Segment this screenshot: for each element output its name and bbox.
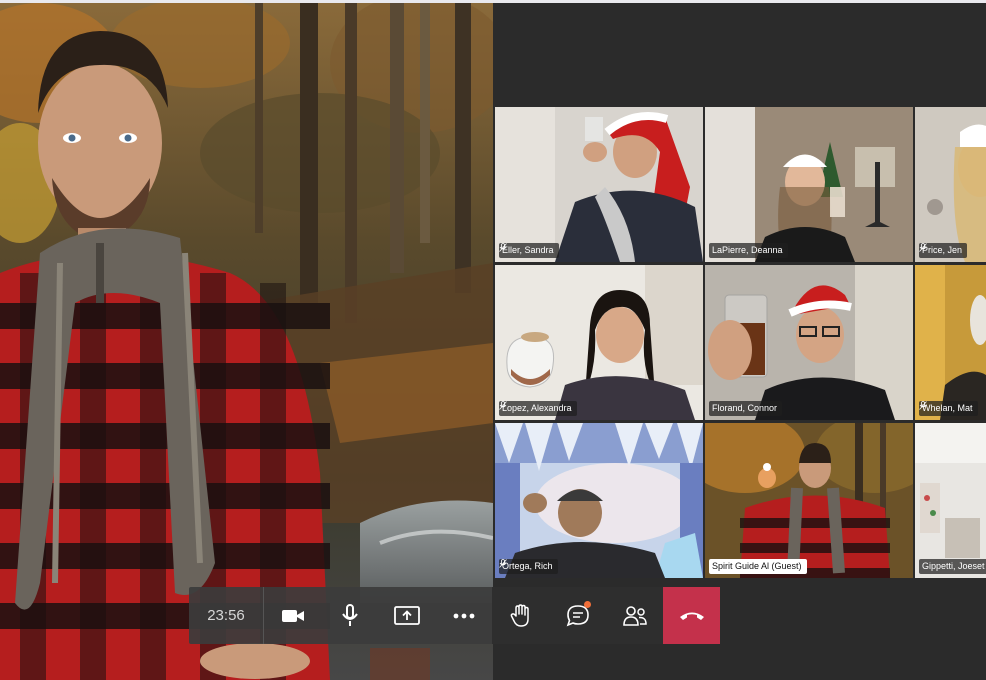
call-controls-right xyxy=(492,587,720,644)
more-options-button[interactable] xyxy=(435,587,492,644)
participant-name-tag: Eller, Sandra xyxy=(499,243,559,258)
participant-name-tag: Gippetti, Joeset xyxy=(919,559,986,574)
participant-video xyxy=(705,423,913,578)
participant-name: Ortega, Rich xyxy=(502,561,553,571)
call-timer: 23:56 xyxy=(189,587,264,644)
mic-off-icon xyxy=(499,243,507,252)
more-options-icon xyxy=(453,613,474,618)
participant-name: Florand, Connor xyxy=(712,403,778,413)
participant-video xyxy=(915,107,986,262)
mic-off-icon xyxy=(499,401,507,410)
participant-name: Eller, Sandra xyxy=(502,245,554,255)
mic-off-icon xyxy=(499,559,507,568)
participant-name-tag: Florand, Connor xyxy=(709,401,783,416)
hang-up-button[interactable] xyxy=(663,587,720,644)
participant-name-tag: Whelan, Mat xyxy=(919,401,978,416)
participant-video xyxy=(915,265,986,420)
participant-name-tag: Spirit Guide Al (Guest) xyxy=(709,559,807,574)
participant-name-tag: Lopez, Alexandra xyxy=(499,401,577,416)
share-screen-button[interactable] xyxy=(378,587,435,644)
participant-name-tag: Ortega, Rich xyxy=(499,559,558,574)
participant-tile[interactable]: Whelan, Mat xyxy=(915,265,986,420)
chat-notification-badge xyxy=(584,601,591,608)
forest-background-image xyxy=(0,3,493,680)
participant-name-tag: Price, Jen xyxy=(919,243,968,258)
participant-name: Spirit Guide Al (Guest) xyxy=(712,561,802,571)
raise-hand-button[interactable] xyxy=(492,587,549,644)
participant-tile[interactable]: LaPierre, Deanna xyxy=(705,107,913,262)
microphone-icon xyxy=(341,603,358,626)
video-camera-icon xyxy=(281,609,304,622)
mic-off-icon xyxy=(919,243,927,252)
hang-up-icon xyxy=(679,612,704,620)
participant-name: Gippetti, Joeset xyxy=(922,561,985,571)
participant-name: Lopez, Alexandra xyxy=(502,403,572,413)
participant-tile[interactable]: Lopez, Alexandra xyxy=(495,265,703,420)
share-screen-icon xyxy=(393,605,420,625)
participant-video xyxy=(705,107,913,262)
participant-tile[interactable]: Ortega, Rich xyxy=(495,423,703,578)
main-video-feed[interactable] xyxy=(0,3,493,680)
call-controls-bar: 23:56 xyxy=(189,587,720,644)
participant-name-tag: LaPierre, Deanna xyxy=(709,243,788,258)
participant-video xyxy=(495,423,703,578)
raise-hand-icon xyxy=(510,603,529,627)
participant-video xyxy=(495,107,703,262)
chat-button[interactable] xyxy=(549,587,606,644)
participants-icon xyxy=(622,605,647,626)
mic-off-icon xyxy=(919,401,927,410)
participant-tile[interactable]: Spirit Guide Al (Guest) xyxy=(705,423,913,578)
camera-button[interactable] xyxy=(264,587,321,644)
microphone-button[interactable] xyxy=(321,587,378,644)
participant-name: Whelan, Mat xyxy=(922,403,973,413)
participant-tile[interactable]: Eller, Sandra xyxy=(495,107,703,262)
participants-button[interactable] xyxy=(606,587,663,644)
participant-video xyxy=(705,265,913,420)
participant-video xyxy=(915,423,986,578)
participant-tile[interactable]: Florand, Connor xyxy=(705,265,913,420)
participant-name: Price, Jen xyxy=(922,245,963,255)
participant-video xyxy=(495,265,703,420)
participant-name: LaPierre, Deanna xyxy=(712,245,783,255)
participant-tile[interactable]: Gippetti, Joeset xyxy=(915,423,986,578)
call-controls-left: 23:56 xyxy=(189,587,492,644)
participant-tile[interactable]: Price, Jen xyxy=(915,107,986,262)
